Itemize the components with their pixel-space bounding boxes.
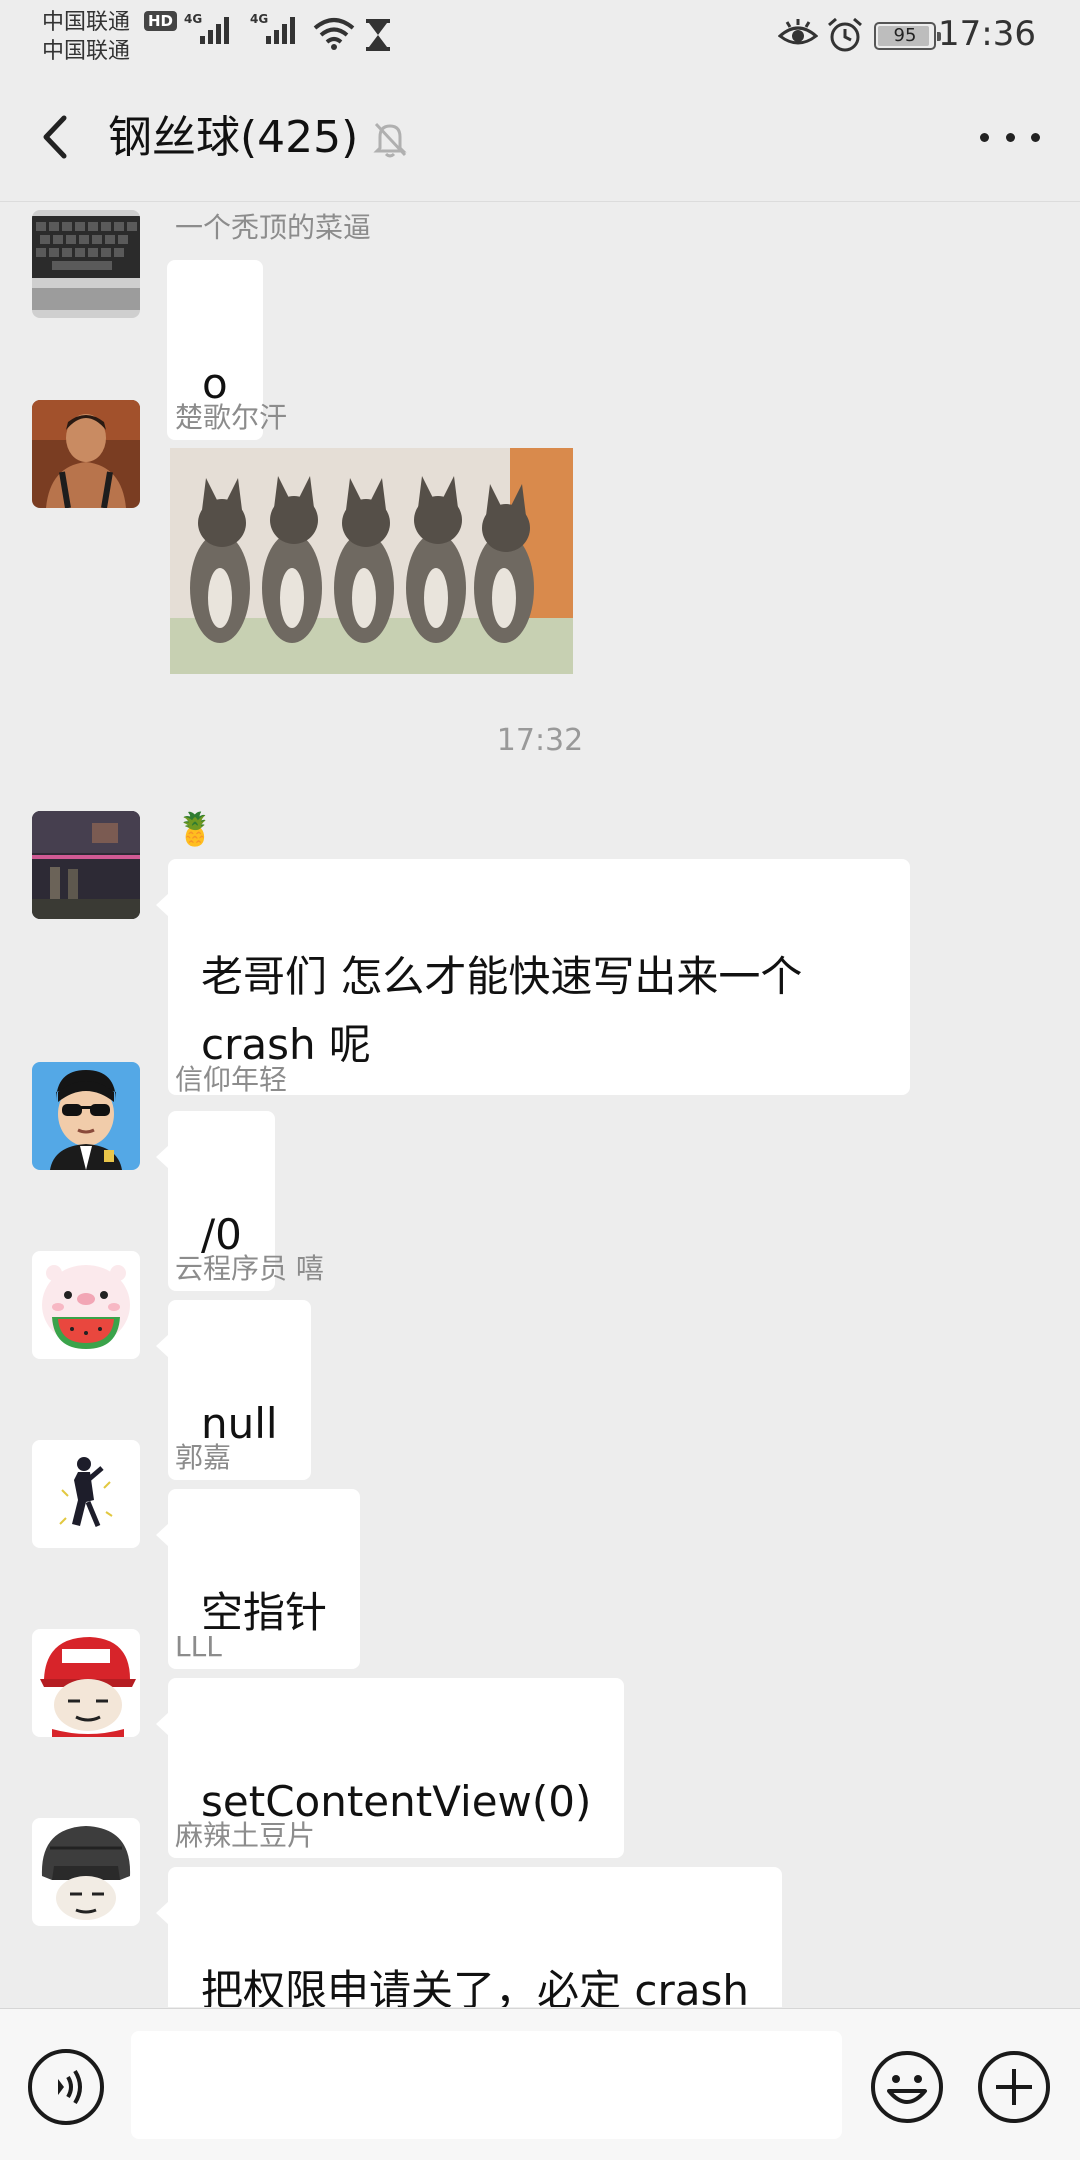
message-bubble[interactable]: 把权限申请关了，必定 crash: [156, 1867, 782, 2007]
emoji-icon[interactable]: [869, 2049, 945, 2125]
eye-icon: [778, 19, 818, 45]
battery-percent: 95: [893, 25, 917, 46]
more-icon[interactable]: [980, 122, 1040, 152]
mute-bell-icon: [373, 122, 407, 158]
carrier-label: 中国联通: [42, 39, 131, 64]
sender-name: 楚歌尔汗: [175, 401, 288, 434]
hd-badge: HD: [144, 11, 178, 31]
input-bar: [0, 2008, 1080, 2160]
wifi-icon: [313, 18, 355, 50]
message-list[interactable]: 一个秃顶的菜逼 o 楚歌尔汗 17:32 🍍 老哥们 怎么才能快速写出来一个 c…: [0, 203, 1080, 2007]
avatar[interactable]: [32, 1062, 140, 1170]
sender-name: LLL: [175, 1630, 222, 1663]
avatar[interactable]: [32, 1629, 140, 1737]
carrier-info: 中国联通 中国联通: [42, 8, 130, 66]
plus-icon[interactable]: [976, 2049, 1052, 2125]
message-bubble[interactable]: 老哥们 怎么才能快速写出来一个 crash 呢: [156, 859, 910, 1095]
voice-wave-glyph: [58, 2069, 82, 2105]
voice-icon[interactable]: [28, 2049, 104, 2125]
message-text: 老哥们 怎么才能快速写出来一个 crash 呢: [201, 952, 803, 1069]
avatar[interactable]: [32, 1440, 140, 1548]
kittens-image[interactable]: [170, 448, 573, 674]
carrier-label: 中国联通: [42, 10, 131, 35]
sender-name: 🍍: [175, 810, 215, 848]
avatar[interactable]: [32, 400, 140, 508]
sender-name: 麻辣土豆片: [175, 1819, 316, 1852]
avatar[interactable]: [32, 811, 140, 919]
chat-header: 钢丝球(425): [0, 72, 1080, 202]
chat-title: 钢丝球(425): [108, 112, 359, 163]
divider-time: 17:32: [496, 723, 584, 758]
time-divider: 17:32: [0, 723, 1080, 758]
street-avatar-image: [32, 811, 140, 919]
keyboard-avatar-image: [32, 210, 140, 318]
sender-name: 郭嘉: [175, 1441, 232, 1474]
sender-name: 一个秃顶的菜逼: [175, 211, 372, 244]
helmet-avatar-image: [32, 1818, 140, 1926]
avatar[interactable]: [32, 210, 140, 318]
sender-name: 云程序员 嘻: [175, 1252, 324, 1285]
alarm-icon: [828, 17, 862, 52]
sender-name: 信仰年轻: [175, 1063, 288, 1096]
back-arrow-icon[interactable]: [32, 112, 82, 162]
hourglass-icon: [366, 19, 390, 51]
avatar[interactable]: [32, 1251, 140, 1359]
status-time: 17:36: [938, 14, 1036, 54]
pig-avatar-image: [32, 1251, 140, 1359]
message-text: 把权限申请关了，必定 crash: [201, 1966, 749, 2007]
man-avatar-image: [32, 400, 140, 508]
chat-screen: 中国联通 中国联通 HD 4G 4G 95 17:36 钢丝球(425) 一个秃…: [0, 0, 1080, 2160]
message-input[interactable]: [131, 2031, 842, 2139]
figure-avatar-image: [32, 1440, 140, 1548]
kittens-photo: [170, 448, 573, 674]
cartoon-avatar-image: [32, 1062, 140, 1170]
avatar[interactable]: [32, 1818, 140, 1926]
supreme-avatar-image: [32, 1629, 140, 1737]
battery-icon: 95: [874, 22, 941, 50]
status-bar: 中国联通 中国联通 HD 4G 4G 95 17:36: [0, 0, 1080, 72]
